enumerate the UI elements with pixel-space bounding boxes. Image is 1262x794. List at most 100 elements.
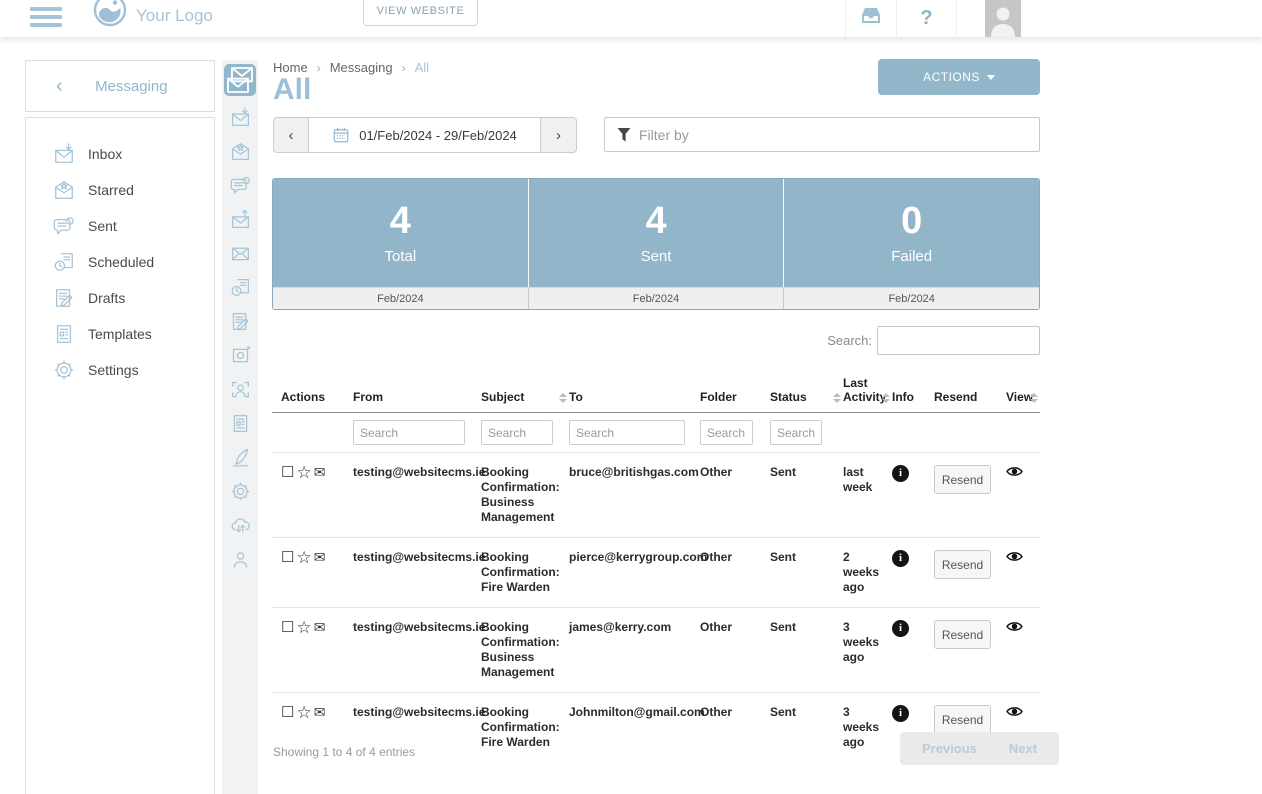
rail-drafts-icon[interactable] [230, 311, 251, 332]
cell-folder: Other [700, 453, 770, 538]
envelope-icon[interactable]: ✉ [314, 705, 326, 720]
folder-search-input[interactable] [700, 420, 753, 445]
templates-icon [53, 323, 75, 345]
sidebar-item-drafts[interactable]: Drafts [26, 280, 214, 316]
actions-dropdown-button[interactable]: ACTIONS [878, 59, 1040, 95]
view-eye-icon[interactable] [1006, 620, 1023, 637]
envelope-icon[interactable]: ✉ [314, 550, 326, 565]
rail-settings-icon[interactable] [230, 481, 251, 502]
app-window: Your Logo VIEW WEBSITE ? ‹ Messaging Inb… [0, 0, 1262, 794]
rail-inbox-icon[interactable] [230, 107, 251, 128]
rail-mail-icon[interactable] [230, 243, 251, 264]
view-eye-icon[interactable] [1006, 550, 1023, 567]
info-icon[interactable]: i [892, 620, 909, 637]
info-icon[interactable]: i [892, 550, 909, 567]
table-header-row: Actions From Subject To Folder Status La… [272, 368, 1040, 413]
row-checkbox[interactable]: ☐ [281, 550, 294, 565]
table-row: ☐ ☆ ✉ testing@websitecms.ie Booking Conf… [272, 453, 1040, 538]
col-view[interactable]: View [1006, 368, 1040, 413]
col-resend: Resend [934, 368, 1006, 413]
star-icon[interactable]: ☆ [296, 550, 311, 565]
rail-templates-icon[interactable] [230, 413, 251, 434]
help-button[interactable]: ? [897, 0, 957, 37]
subject-search-input[interactable] [481, 420, 553, 445]
rail-sent-icon[interactable] [230, 175, 251, 196]
col-subject[interactable]: Subject [481, 368, 569, 413]
rail-starred-icon[interactable] [230, 141, 251, 162]
sidebar-item-templates[interactable]: Templates [26, 316, 214, 352]
cell-status: Sent [770, 693, 843, 763]
to-search-input[interactable] [569, 420, 685, 445]
rail-signature-icon[interactable] [230, 447, 251, 468]
sort-icon[interactable] [882, 393, 890, 403]
col-status[interactable]: Status [770, 368, 843, 413]
stat-period: Feb/2024 [273, 288, 528, 309]
cell-to: Johnmilton@gmail.com [569, 693, 700, 763]
star-icon[interactable]: ☆ [296, 620, 311, 635]
cell-folder: Other [700, 538, 770, 608]
envelope-icon[interactable]: ✉ [314, 620, 326, 635]
resend-button[interactable]: Resend [934, 620, 991, 649]
cell-to: james@kerry.com [569, 608, 700, 693]
rail-contact-scan-icon[interactable] [230, 379, 251, 400]
row-checkbox[interactable]: ☐ [281, 705, 294, 720]
date-next-button[interactable]: › [541, 117, 577, 153]
sent-icon [53, 215, 75, 237]
row-checkbox[interactable]: ☐ [281, 620, 294, 635]
caret-down-icon [987, 75, 995, 80]
breadcrumb-separator: › [317, 61, 321, 75]
envelope-icon[interactable]: ✉ [314, 465, 326, 480]
user-avatar[interactable] [985, 0, 1021, 37]
hamburger-menu-icon[interactable] [30, 3, 62, 31]
sidebar-collapse-icon[interactable]: ‹ [56, 76, 63, 96]
date-prev-button[interactable]: ‹ [273, 117, 309, 153]
calendar-icon [332, 126, 350, 144]
next-page-button[interactable]: Next [993, 732, 1053, 765]
info-icon[interactable]: i [892, 705, 909, 722]
rail-profile-icon[interactable] [230, 549, 251, 570]
table-search-input[interactable] [877, 326, 1040, 355]
date-range-value: 01/Feb/2024 - 29/Feb/2024 [359, 128, 517, 143]
sidebar-item-scheduled[interactable]: Scheduled [26, 244, 214, 280]
row-checkbox[interactable]: ☐ [281, 465, 294, 480]
rail-media-icon[interactable] [230, 345, 251, 366]
sidebar-item-settings[interactable]: Settings [26, 352, 214, 388]
star-icon[interactable]: ☆ [296, 465, 311, 480]
view-eye-icon[interactable] [1006, 465, 1023, 482]
col-folder: Folder [700, 368, 770, 413]
resend-button[interactable]: Resend [934, 705, 991, 734]
stats-periods: Feb/2024 Feb/2024 Feb/2024 [273, 287, 1039, 309]
col-last-activity[interactable]: Last Activity [843, 368, 892, 413]
view-website-button[interactable]: VIEW WEBSITE [363, 0, 478, 26]
previous-page-button[interactable]: Previous [906, 732, 993, 765]
from-search-input[interactable] [353, 420, 465, 445]
sort-icon[interactable] [1030, 393, 1038, 403]
stat-total-label: Total [384, 248, 416, 265]
sidebar-item-inbox[interactable]: Inbox [26, 136, 214, 172]
topbar: Your Logo VIEW WEBSITE ? [0, 0, 1262, 37]
sort-icon[interactable] [559, 393, 567, 403]
star-icon[interactable]: ☆ [296, 705, 311, 720]
cell-subject: Booking Confirmation: Business Managemen… [481, 608, 569, 693]
sidebar-item-starred[interactable]: Starred [26, 172, 214, 208]
rail-outbox-icon[interactable] [230, 209, 251, 230]
sort-icon[interactable] [833, 393, 841, 403]
cell-subject: Booking Confirmation: Fire Warden [481, 538, 569, 608]
view-eye-icon[interactable] [1006, 705, 1023, 722]
scheduled-icon [53, 251, 75, 273]
resend-button[interactable]: Resend [934, 465, 991, 494]
breadcrumb-messaging[interactable]: Messaging [330, 60, 393, 75]
rail-messaging-active-icon[interactable] [224, 64, 256, 96]
rail-cloud-sync-icon[interactable] [230, 515, 251, 536]
icon-rail [222, 60, 258, 794]
status-search-input[interactable] [770, 420, 822, 445]
notifications-tray-button[interactable] [845, 0, 897, 37]
rail-scheduled-icon[interactable] [230, 277, 251, 298]
page-title: All [273, 73, 311, 107]
filter-input[interactable] [639, 127, 1027, 143]
date-range-picker[interactable]: 01/Feb/2024 - 29/Feb/2024 [309, 117, 541, 153]
resend-button[interactable]: Resend [934, 550, 991, 579]
info-icon[interactable]: i [892, 465, 909, 482]
stat-period: Feb/2024 [528, 288, 784, 309]
sidebar-item-sent[interactable]: Sent [26, 208, 214, 244]
